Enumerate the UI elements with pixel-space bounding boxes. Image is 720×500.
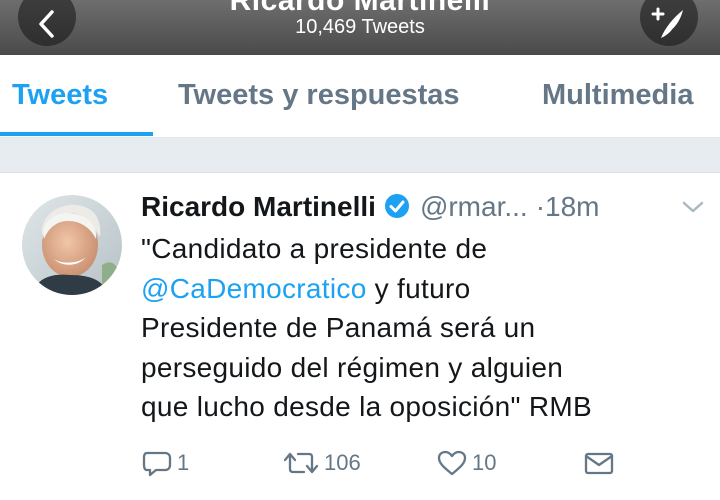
mention-link[interactable]: @CaDemocratico [141,273,367,304]
retweet-icon [283,452,319,474]
tweet-card[interactable]: Ricardo Martinelli @rmar... ·18m "Candidat… [0,173,720,500]
reply-button[interactable]: 1 [141,449,189,477]
active-tab-indicator [0,132,153,136]
avatar[interactable] [22,195,122,295]
tweet-text-line: "Candidato a presidente de [141,233,488,264]
tab-tweets[interactable]: Tweets [12,79,108,112]
tab-multimedia[interactable]: Multimedia [542,79,693,112]
reply-count: 1 [177,450,190,475]
avatar-image [22,195,122,295]
tweet-header: Ricardo Martinelli @rmar... ·18m [141,191,711,227]
compose-tweet-button[interactable] [640,0,698,46]
timeline-divider [0,138,720,173]
profile-header: Ricardo Martinelli 10,469 Tweets [0,0,720,55]
retweet-button[interactable]: 106 [282,449,361,477]
tweet-text-line: Presidente de Panamá será un [141,312,536,343]
tweet-text-line: que lucho desde la oposición" RMB [141,391,592,422]
tweet-text-line: perseguido del régimen y alguien [141,351,564,383]
like-icon [437,450,467,476]
direct-message-button[interactable] [583,449,619,477]
profile-tabs: Tweets Tweets y respuestas Multimedia [0,55,720,138]
like-count: 10 [472,450,497,475]
tweet-text-line: @CaDemocratico y futuro [141,269,706,309]
tab-tweets-y-respuestas[interactable]: Tweets y respuestas [178,79,460,112]
tweet-text: "Candidato a presidente de @CaDemocratic… [141,229,706,427]
direct-message-icon [584,452,614,475]
tweet-count: 10,469 Tweets [295,16,425,38]
reply-icon [142,451,172,477]
tweet-text-fragment: y futuro [366,272,471,304]
author-handle[interactable]: @rmar... [420,191,528,222]
compose-tweet-icon [651,7,683,38]
separator-dot: · [535,191,546,222]
chevron-down-icon[interactable] [681,199,705,215]
retweet-count: 106 [324,450,361,475]
tweet-time[interactable]: 18m [545,191,599,222]
verified-badge-icon [384,194,409,218]
like-button[interactable]: 10 [436,449,496,477]
tweet-actions: 1 106 10 [0,449,720,479]
author-name[interactable]: Ricardo Martinelli [141,191,376,222]
